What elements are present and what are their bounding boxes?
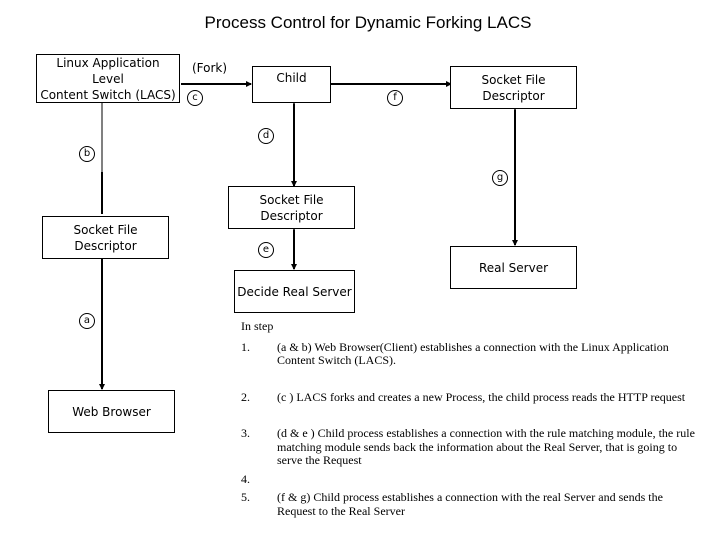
socket-descriptor-right-label: Socket File Descriptor [481,72,546,103]
step-text [277,473,701,487]
step-marker-f: f [387,90,403,106]
socket-descriptor-center-box: Socket File Descriptor [228,186,355,229]
step-item: 5. (f & g) Child process establishes a c… [241,490,701,518]
real-server-box: Real Server [450,246,577,289]
step-number: 5. [241,490,250,504]
socket-descriptor-left-label: Socket File Descriptor [73,222,138,253]
step-marker-a: a [79,313,95,329]
step-marker-e: e [258,242,274,258]
decide-real-server-label: Decide Real Server [237,284,352,299]
step-item: 1. (a & b) Web Browser(Client) establish… [241,339,701,368]
lacs-box-label: Linux Application Level Content Switch (… [40,55,176,102]
web-browser-label: Web Browser [72,404,151,419]
socket-descriptor-center-label: Socket File Descriptor [259,192,324,223]
step-item: 3. (d & e ) Child process establishes a … [241,426,701,468]
socket-descriptor-right-box: Socket File Descriptor [450,66,577,109]
child-box: Child [252,66,331,103]
step-number: 2. [241,389,250,404]
web-browser-box: Web Browser [48,390,175,433]
step-number: 1. [241,339,250,354]
step-marker-c: c [187,90,203,106]
step-number: 4. [241,471,250,486]
step-item: 2. (c ) LACS forks and creates a new Pro… [241,389,701,405]
decide-real-server-box: Decide Real Server [234,270,355,313]
step-marker-b: b [79,146,95,162]
real-server-label: Real Server [478,260,549,275]
step-item: 4. [241,471,701,487]
step-number: 3. [241,426,250,440]
step-text: (d & e ) Child process establishes a con… [277,426,695,467]
child-box-label: Child [276,71,307,85]
socket-descriptor-left-box: Socket File Descriptor [42,216,169,259]
fork-label: (Fork) [192,61,228,75]
lacs-box: Linux Application Level Content Switch (… [36,54,180,103]
steps-intro: In step [241,319,274,333]
step-text: (c ) LACS forks and creates a new Proces… [277,389,686,404]
step-marker-d: d [258,128,274,144]
steps-description: In step 1. (a & b) Web Browser(Client) e… [241,319,701,518]
step-text: (f & g) Child process establishes a conn… [277,490,663,518]
step-marker-g: g [492,170,508,186]
step-text: (a & b) Web Browser(Client) establishes … [277,339,669,367]
